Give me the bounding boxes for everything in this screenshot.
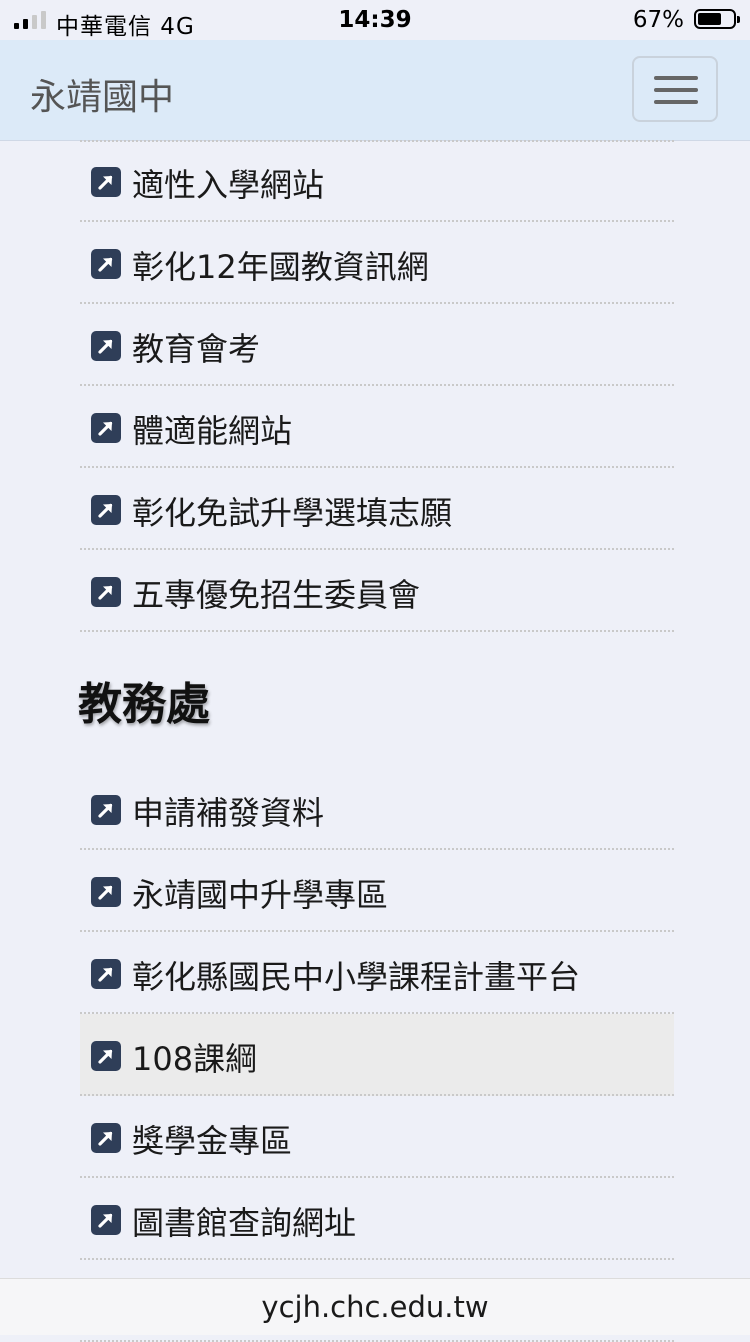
list-item-link[interactable]: 體適能網站: [80, 386, 674, 468]
list-item-link[interactable]: 彰化縣國民中小學課程計畫平台: [80, 932, 674, 1014]
external-link-arrow-icon: [91, 1041, 121, 1071]
list-item-label: 彰化縣國民中小學課程計畫平台: [132, 958, 581, 996]
list-item-link[interactable]: 教育會考: [80, 304, 674, 386]
battery-icon: [694, 9, 740, 29]
menu-toggle-button[interactable]: [632, 56, 718, 122]
list-item-label: 彰化免試升學選填志願: [132, 494, 453, 532]
list-item-label: 108課綱: [132, 1040, 258, 1078]
external-link-arrow-icon: [91, 331, 121, 361]
brand-link[interactable]: 永靖國中: [30, 68, 174, 120]
list-item-link[interactable]: 彰化12年國教資訊網: [80, 222, 674, 304]
external-link-arrow-icon: [91, 795, 121, 825]
list-item-link[interactable]: 申請補發資料: [80, 768, 674, 850]
hamburger-icon-line: [654, 88, 698, 92]
list-item-label: 申請補發資料: [132, 794, 325, 832]
battery-fill: [698, 13, 721, 25]
external-link-arrow-icon: [91, 959, 121, 989]
status-bar: 中華電信 4G 14:39 67%: [0, 0, 750, 40]
external-link-arrow-icon: [91, 413, 121, 443]
battery-tip: [737, 16, 740, 23]
list-item-label: 教育會考: [132, 330, 261, 368]
external-link-arrow-icon: [91, 167, 121, 197]
url-bar[interactable]: ycjh.chc.edu.tw: [0, 1278, 750, 1335]
list-item-label: 適性入學網站: [132, 166, 325, 204]
url-text: ycjh.chc.edu.tw: [261, 1290, 489, 1324]
external-link-arrow-icon: [91, 1205, 121, 1235]
list-item-label: 永靖國中升學專區: [132, 876, 389, 914]
battery-percent: 67%: [632, 7, 684, 33]
external-link-arrow-icon: [91, 1123, 121, 1153]
hamburger-icon-line: [654, 100, 698, 104]
external-link-arrow-icon: [91, 577, 121, 607]
list-item-link[interactable]: 圖書館查詢網址: [80, 1178, 674, 1260]
list-item-link[interactable]: 五專優免招生委員會: [80, 550, 674, 632]
list-item-label: 彰化12年國教資訊網: [132, 248, 429, 286]
list-item-link[interactable]: 彰化免試升學選填志願: [80, 468, 674, 550]
list-item-link[interactable]: 108課綱: [80, 1014, 674, 1096]
list-item-link[interactable]: 永靖國中升學專區: [80, 850, 674, 932]
external-link-arrow-icon: [91, 249, 121, 279]
list-item-label: 圖書館查詢網址: [132, 1204, 357, 1242]
external-link-arrow-icon: [91, 495, 121, 525]
list-item-label: 體適能網站: [132, 412, 293, 450]
external-link-arrow-icon: [91, 877, 121, 907]
list-item-link[interactable]: 適性入學網站: [80, 140, 674, 222]
list-item-label: 獎學金專區: [132, 1122, 293, 1160]
list-item-label: 五專優免招生委員會: [132, 576, 421, 614]
list-item-link[interactable]: 獎學金專區: [80, 1096, 674, 1178]
hamburger-icon: [654, 76, 698, 80]
section-heading: 教務處: [78, 679, 210, 730]
